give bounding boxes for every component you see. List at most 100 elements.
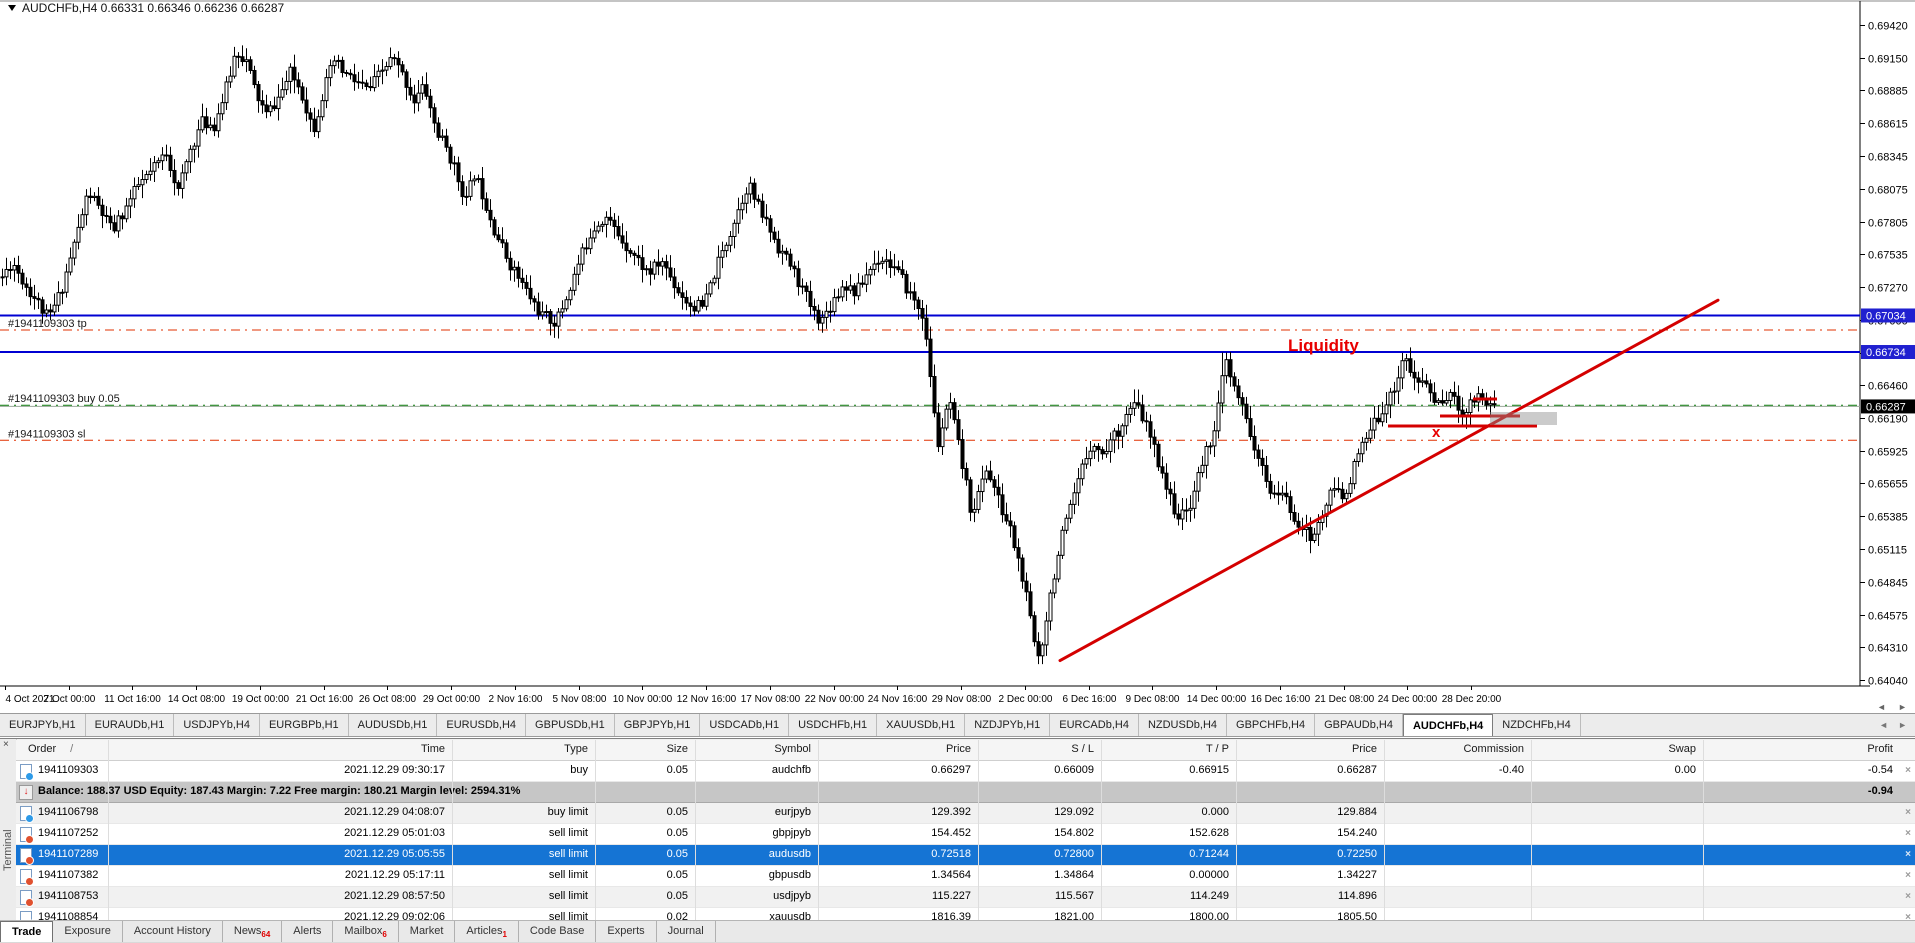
column-separator xyxy=(1703,740,1704,920)
order-row-1941107289[interactable]: 1941107289 2021.12.29 05:05:55 sell limit 0… xyxy=(16,845,1915,866)
order-commission: -0.40 xyxy=(1498,764,1524,776)
balance-summary: Balance: 188.37 USD Equity: 187.43 Margi… xyxy=(38,785,521,797)
tp-line-label: #1941109303 tp xyxy=(8,318,87,330)
order-row-1941109303[interactable]: 1941109303 2021.12.29 09:30:17 buy 0.05 audc… xyxy=(16,761,1915,782)
order-symbol: audchfb xyxy=(771,764,811,776)
terminal-tab-market[interactable]: Market xyxy=(399,921,456,943)
price-tick-label: 0.68345 xyxy=(1868,152,1908,164)
terminal-tab-news[interactable]: News64 xyxy=(223,921,283,943)
chart-tab-nzdchfb-h4[interactable]: NZDCHFb,H4 xyxy=(1493,714,1581,736)
price-tick-label: 0.65655 xyxy=(1868,479,1908,491)
chart-tab-audchfb-h4[interactable]: AUDCHFb,H4 xyxy=(1402,714,1494,736)
close-order-icon[interactable]: × xyxy=(1905,828,1911,839)
column-header-profit[interactable]: Profit xyxy=(1867,743,1893,755)
balance-row[interactable]: ↓ Balance: 188.37 USD Equity: 187.43 Marg… xyxy=(16,782,1915,803)
close-order-icon[interactable]: × xyxy=(1905,849,1911,860)
order-open-price: 1.34564 xyxy=(931,869,971,881)
chart-tab-gbpaudb-h4[interactable]: GBPAUDb,H4 xyxy=(1315,714,1403,736)
tabs-scroll-right-icon[interactable]: ► xyxy=(1898,720,1907,730)
date-tick-label: 14 Oct 08:00 xyxy=(168,694,226,705)
price-tick-label: 0.65115 xyxy=(1868,545,1907,557)
order-size: 0.05 xyxy=(666,827,688,839)
order-time: 2021.12.29 05:17:11 xyxy=(344,869,445,881)
order-row-1941107382[interactable]: 1941107382 2021.12.29 05:17:11 sell limit 0… xyxy=(16,866,1915,887)
date-tick-label: 29 Oct 00:00 xyxy=(423,694,481,705)
chart-tab-gbpchfb-h4[interactable]: GBPCHFb,H4 xyxy=(1227,714,1316,736)
date-tick-label: 21 Dec 08:00 xyxy=(1315,694,1375,705)
chart-scroll-left-icon[interactable]: ◄ xyxy=(1877,702,1886,712)
terminal-tab-exposure[interactable]: Exposure xyxy=(53,921,123,943)
order-open-price: 129.392 xyxy=(931,806,971,818)
terminal-tab-trade[interactable]: Trade xyxy=(0,921,54,943)
column-header-price[interactable]: Price xyxy=(946,743,971,755)
chart-tab-usdjpyb-h4[interactable]: USDJPYb,H4 xyxy=(174,714,260,736)
close-icon[interactable]: × xyxy=(3,740,9,750)
chart-tab-gbpjpyb-h1[interactable]: GBPJPYb,H1 xyxy=(615,714,701,736)
order-row-1941108753[interactable]: 1941108753 2021.12.29 08:57:50 sell limit 0… xyxy=(16,887,1915,908)
terminal-tab-journal[interactable]: Journal xyxy=(657,921,716,943)
chart-tab-eurusdb-h4[interactable]: EURUSDb,H4 xyxy=(437,714,527,736)
order-tp: 0.71244 xyxy=(1189,848,1229,860)
column-header-price2[interactable]: Price xyxy=(1352,743,1377,755)
orders-table: Order / Time Type Size Symbol Price S / L T / P P… xyxy=(16,740,1915,929)
annotation-gray-box[interactable] xyxy=(1490,412,1557,425)
column-header-swap[interactable]: Swap xyxy=(1668,743,1696,755)
column-header-time[interactable]: Time xyxy=(421,743,445,755)
chart-tab-eurcadb-h4[interactable]: EURCADb,H4 xyxy=(1050,714,1139,736)
symbol-dropdown-icon[interactable] xyxy=(8,5,16,11)
chart-tab-audusdb-h1[interactable]: AUDUSDb,H1 xyxy=(349,714,438,736)
terminal-tab-code-base[interactable]: Code Base xyxy=(519,921,597,943)
order-type: buy xyxy=(570,764,588,776)
column-separator xyxy=(1236,740,1237,920)
order-sl: 1.34864 xyxy=(1054,869,1094,881)
order-symbol: usdjpyb xyxy=(773,890,811,902)
order-row-1941106798[interactable]: 1941106798 2021.12.29 04:08:07 buy limit 0.… xyxy=(16,803,1915,824)
order-row-1941107252[interactable]: 1941107252 2021.12.29 05:01:03 sell limit 0… xyxy=(16,824,1915,845)
close-order-icon[interactable]: × xyxy=(1905,765,1911,776)
column-separator xyxy=(595,740,596,920)
sort-icon: / xyxy=(70,743,74,755)
chart-tab-xauusdb-h1[interactable]: XAUUSDb,H1 xyxy=(877,714,966,736)
column-separator xyxy=(978,740,979,920)
order-sl: 0.66009 xyxy=(1054,764,1094,776)
order-open-price: 154.452 xyxy=(931,827,971,839)
column-separator xyxy=(1384,740,1385,920)
order-time: 2021.12.29 09:30:17 xyxy=(344,764,445,776)
order-size: 0.05 xyxy=(666,890,688,902)
chart-scroll-right-icon[interactable]: ► xyxy=(1898,702,1907,712)
chart-tab-gbpusdb-h1[interactable]: GBPUSDb,H1 xyxy=(526,714,615,736)
chart-tab-eurjpyb-h1[interactable]: EURJPYb,H1 xyxy=(0,714,86,736)
chart-tab-euraudb-h1[interactable]: EURAUDb,H1 xyxy=(86,714,175,736)
terminal-tab-account-history[interactable]: Account History xyxy=(123,921,223,943)
trendline[interactable] xyxy=(1058,298,1720,663)
terminal-tab-articles[interactable]: Articles1 xyxy=(455,921,519,943)
column-header-sl[interactable]: S / L xyxy=(1071,743,1094,755)
column-header-commission[interactable]: Commission xyxy=(1463,743,1524,755)
terminal-tab-experts[interactable]: Experts xyxy=(596,921,657,943)
column-separator xyxy=(452,740,453,920)
close-order-icon[interactable]: × xyxy=(1905,807,1911,818)
order-type: sell limit xyxy=(548,848,588,860)
liquidity-label[interactable]: Liquidity xyxy=(1288,336,1359,355)
terminal-tab-alerts[interactable]: Alerts xyxy=(282,921,334,943)
terminal-tab-mailbox[interactable]: Mailbox6 xyxy=(333,921,399,943)
order-type: buy limit xyxy=(547,806,588,818)
column-header-type[interactable]: Type xyxy=(564,743,588,755)
axis-label-current-price-text: 0.66287 xyxy=(1866,401,1906,413)
column-header-symbol[interactable]: Symbol xyxy=(774,743,811,755)
x-mark-label[interactable]: x xyxy=(1432,424,1441,441)
close-order-icon[interactable]: × xyxy=(1905,891,1911,902)
chart-tab-usdcadb-h1[interactable]: USDCADb,H1 xyxy=(700,714,790,736)
chart-tab-usdchfb-h1[interactable]: USDCHFb,H1 xyxy=(789,714,878,736)
sl-line-label: #1941109303 sl xyxy=(8,428,85,440)
chart-tab-nzdjpyb-h1[interactable]: NZDJPYb,H1 xyxy=(965,714,1051,736)
chart-tab-nzdusdb-h4[interactable]: NZDUSDb,H4 xyxy=(1139,714,1228,736)
column-header-order[interactable]: Order / xyxy=(28,743,73,755)
date-tick-label: 19 Oct 00:00 xyxy=(232,694,290,705)
tabs-scroll-left-icon[interactable]: ◄ xyxy=(1879,720,1888,730)
chart-tab-eurgbpb-h1[interactable]: EURGBPb,H1 xyxy=(260,714,349,736)
column-header-size[interactable]: Size xyxy=(667,743,688,755)
column-header-tp[interactable]: T / P xyxy=(1206,743,1229,755)
close-order-icon[interactable]: × xyxy=(1905,870,1911,881)
price-chart[interactable]: 0.69420 0.69150 0.68885 0.68615 0.68345 0.680… xyxy=(0,0,1915,713)
